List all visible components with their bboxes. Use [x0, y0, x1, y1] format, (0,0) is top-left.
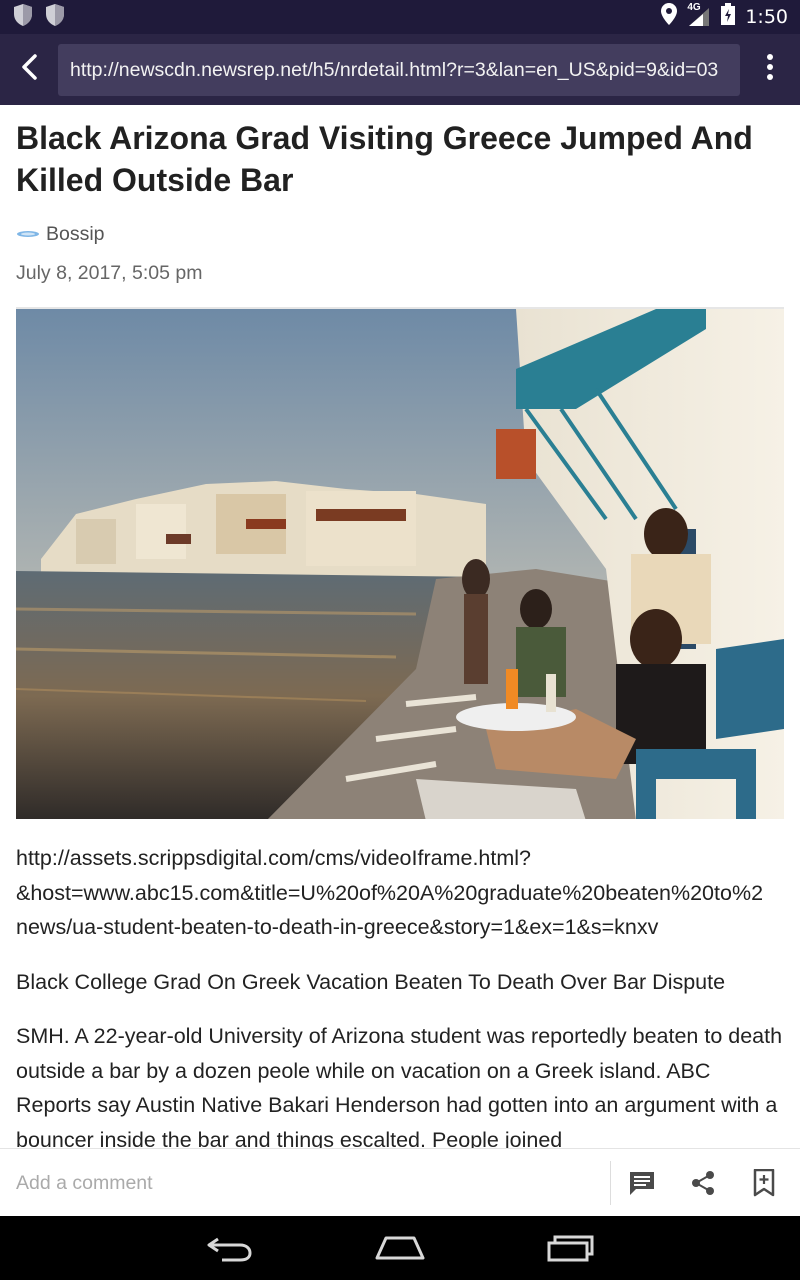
source-name: Bossip: [46, 223, 105, 245]
browser-toolbar: http://newscdn.newsrep.net/h5/nrdetail.h…: [0, 34, 800, 105]
location-icon: [661, 3, 678, 31]
source-logo-icon: [16, 223, 40, 246]
shield-icon: [12, 3, 34, 32]
bookmark-add-icon[interactable]: [744, 1163, 784, 1203]
video-embed-url[interactable]: http://assets.scrippsdigital.com/cms/vid…: [16, 841, 784, 945]
back-icon[interactable]: [200, 1223, 260, 1273]
article-content: Black Arizona Grad Visiting Greece Jumpe…: [16, 105, 784, 1148]
comment-input[interactable]: Add a comment: [0, 1160, 611, 1205]
waterfront-photo: [16, 309, 784, 819]
url-field[interactable]: http://newscdn.newsrep.net/h5/nrdetail.h…: [58, 43, 740, 96]
back-button[interactable]: [0, 34, 58, 105]
status-notifications: [12, 3, 66, 32]
signal-icon: 4G: [687, 2, 711, 28]
network-type-label: 4G: [687, 2, 701, 13]
status-time: 1:50: [745, 6, 788, 28]
system-nav-bar: [0, 1216, 800, 1280]
home-icon[interactable]: [370, 1223, 430, 1273]
comment-icon[interactable]: [622, 1163, 662, 1203]
article-hero-image: [16, 307, 784, 819]
article-body-paragraph: SMH. A 22-year-old University of Arizona…: [16, 1024, 783, 1148]
article-date: July 8, 2017, 5:05 pm: [16, 262, 203, 284]
article-source[interactable]: Bossip: [16, 223, 784, 246]
status-system: 4G 1:50: [661, 2, 788, 31]
article-subheading: Black College Grad On Greek Vacation Bea…: [16, 969, 726, 994]
back-arrow-icon: [20, 53, 38, 86]
battery-icon: [721, 3, 736, 31]
share-icon[interactable]: [683, 1163, 723, 1203]
article-actions: [611, 1163, 800, 1203]
comment-bar: Add a comment: [0, 1148, 800, 1216]
status-bar: 4G 1:50: [0, 0, 800, 34]
article-headline: Black Arizona Grad Visiting Greece Jumpe…: [16, 120, 753, 198]
shield-icon: [44, 3, 66, 32]
overflow-menu-icon: [766, 54, 774, 85]
video-url-line: &host=www.abc15.com&title=U%20of%20A%20g…: [16, 880, 764, 905]
recents-icon[interactable]: [540, 1223, 600, 1273]
video-url-line: http://assets.scrippsdigital.com/cms/vid…: [16, 846, 531, 870]
video-url-line: news/ua-student-beaten-to-death-in-greec…: [16, 915, 659, 939]
overflow-menu-button[interactable]: [740, 34, 800, 105]
